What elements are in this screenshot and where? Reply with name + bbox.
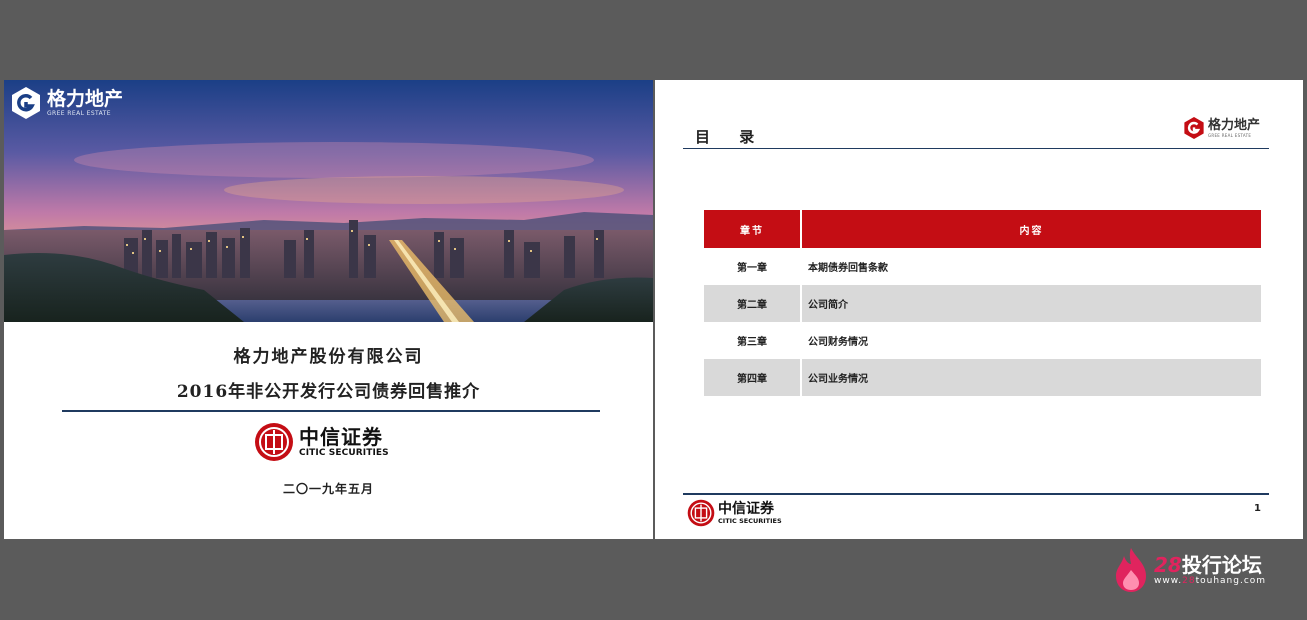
citic-logo-name-en: CITIC SECURITIES — [718, 516, 782, 525]
gree-logo: 格力地产 GREE REAL ESTATE — [10, 86, 123, 120]
gree-logo-name-cn: 格力地产 — [1208, 117, 1261, 133]
citic-logo-name-en: CITIC SECURITIES — [299, 448, 389, 458]
toc-row: 第一章 本期债券回售条款 — [704, 248, 1261, 285]
citic-logo-footer: 中信证券 CITIC SECURITIES — [687, 499, 782, 527]
toc-header-chapter: 章节 — [704, 210, 802, 248]
toc-heading: 目 录 — [695, 128, 767, 146]
gree-logo-small: 格力地产 GREE REAL ESTATE — [1183, 116, 1260, 140]
toc-content: 本期债券回售条款 — [808, 263, 888, 274]
toc-slide: 目 录 格力地产 GREE REAL ESTATE 章节 内容 第一章 本期债券… — [655, 80, 1303, 539]
watermark-name: 投行论坛 — [1181, 553, 1262, 577]
citic-emblem-icon — [255, 423, 293, 461]
toc-row: 第三章 公司财务情况 — [704, 322, 1261, 359]
citic-logo-name-cn: 中信证券 — [718, 500, 774, 517]
watermark-url: www.28touhang.com — [1154, 576, 1266, 586]
watermark-url-highlight: 28 — [1182, 576, 1196, 586]
citic-emblem-icon — [687, 499, 715, 527]
gree-logo-name-en: GREE REAL ESTATE — [47, 110, 111, 117]
toc-table: 章节 内容 第一章 本期债券回售条款 第二章 公司简介 第三章 公司财务情况 第… — [704, 210, 1261, 396]
page-number: 1 — [1254, 503, 1261, 514]
gree-hexagon-icon — [1184, 117, 1204, 139]
toc-header-row: 章节 内容 — [704, 210, 1261, 248]
toc-content: 公司财务情况 — [808, 337, 868, 348]
watermark-title: 28投行论坛 — [1154, 554, 1266, 576]
watermark-number: 28 — [1154, 553, 1182, 577]
toc-content: 公司业务情况 — [801, 359, 1261, 396]
cover-company-name: 格力地产股份有限公司 — [233, 347, 424, 367]
toc-row: 第二章 公司简介 — [704, 285, 1261, 322]
forum-watermark: 28投行论坛 www.28touhang.com — [1112, 546, 1266, 594]
gree-hexagon-icon — [12, 87, 40, 119]
toc-header-divider — [683, 148, 1269, 149]
watermark-url-prefix: www. — [1154, 576, 1183, 586]
citic-logo: 中信证券 CITIC SECURITIES — [254, 422, 389, 462]
cover-divider — [62, 410, 600, 412]
cover-slide: 格力地产 GREE REAL ESTATE 格力地产股份有限公司 2016年非公… — [4, 80, 653, 539]
cover-date: 二〇一九年五月 — [282, 482, 374, 496]
flame-icon — [1116, 548, 1146, 592]
toc-chapter: 第二章 — [704, 285, 802, 322]
toc-row: 第四章 公司业务情况 — [704, 359, 1261, 396]
citic-logo-name-cn: 中信证券 — [299, 425, 383, 449]
toc-chapter: 第三章 — [704, 322, 802, 359]
gree-logo-name-cn: 格力地产 — [47, 88, 124, 110]
cover-title: 2016年非公开发行公司债券回售推介 — [176, 382, 481, 402]
toc-header-content: 内容 — [801, 210, 1261, 248]
toc-content: 公司简介 — [801, 285, 1261, 322]
gree-logo-name-en: GREE REAL ESTATE — [1208, 132, 1252, 138]
toc-chapter: 第四章 — [704, 359, 802, 396]
watermark-url-suffix: touhang.com — [1195, 576, 1267, 586]
footer-divider — [683, 493, 1269, 495]
toc-chapter: 第一章 — [704, 248, 802, 285]
